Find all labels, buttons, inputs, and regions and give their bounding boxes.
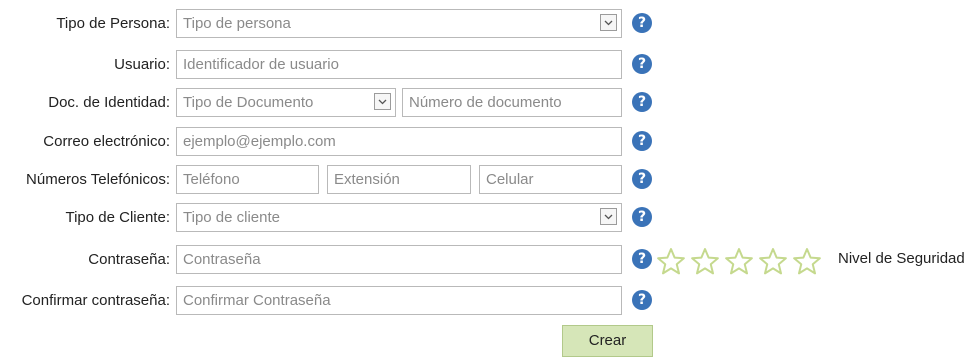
tipo-documento-value: Tipo de Documento: [183, 94, 314, 111]
telefonos-label: Números Telefónicos:: [26, 171, 170, 188]
numero-documento-input[interactable]: [402, 88, 622, 117]
help-icon[interactable]: ?: [632, 249, 652, 269]
correo-label: Correo electrónico:: [43, 133, 170, 150]
telefono-input[interactable]: [176, 165, 319, 194]
star-icon: [793, 248, 821, 275]
extension-input[interactable]: [327, 165, 471, 194]
help-icon[interactable]: ?: [632, 92, 652, 112]
confirmar-label: Confirmar contraseña:: [21, 292, 170, 309]
help-icon[interactable]: ?: [632, 207, 652, 227]
doc-identidad-label: Doc. de Identidad:: [48, 94, 170, 111]
email-field[interactable]: [176, 127, 622, 156]
crear-button[interactable]: Crear: [562, 325, 653, 357]
chevron-down-icon[interactable]: [374, 93, 391, 110]
contrasena-label: Contraseña:: [88, 251, 170, 268]
tipo-documento-select[interactable]: Tipo de Documento: [176, 88, 396, 117]
tipo-persona-label: Tipo de Persona:: [56, 15, 170, 32]
help-icon[interactable]: ?: [632, 131, 652, 151]
help-icon[interactable]: ?: [632, 13, 652, 33]
confirm-password-field[interactable]: [176, 286, 622, 315]
star-icon: [759, 248, 787, 275]
star-icon: [691, 248, 719, 275]
star-icon: [725, 248, 753, 275]
tipo-persona-select[interactable]: Tipo de persona: [176, 9, 622, 38]
chevron-down-icon[interactable]: [600, 14, 617, 31]
help-icon[interactable]: ?: [632, 169, 652, 189]
celular-input[interactable]: [479, 165, 622, 194]
password-field[interactable]: [176, 245, 622, 274]
tipo-cliente-select[interactable]: Tipo de cliente: [176, 203, 622, 232]
chevron-down-icon[interactable]: [600, 208, 617, 225]
help-icon[interactable]: ?: [632, 54, 652, 74]
tipo-cliente-label: Tipo de Cliente:: [65, 209, 170, 226]
security-level-label: Nivel de Seguridad: [838, 250, 965, 267]
tipo-cliente-value: Tipo de cliente: [183, 209, 281, 226]
tipo-persona-value: Tipo de persona: [183, 15, 291, 32]
usuario-label: Usuario:: [114, 56, 170, 73]
help-icon[interactable]: ?: [632, 290, 652, 310]
star-icon: [657, 248, 685, 275]
usuario-input[interactable]: [176, 50, 622, 79]
